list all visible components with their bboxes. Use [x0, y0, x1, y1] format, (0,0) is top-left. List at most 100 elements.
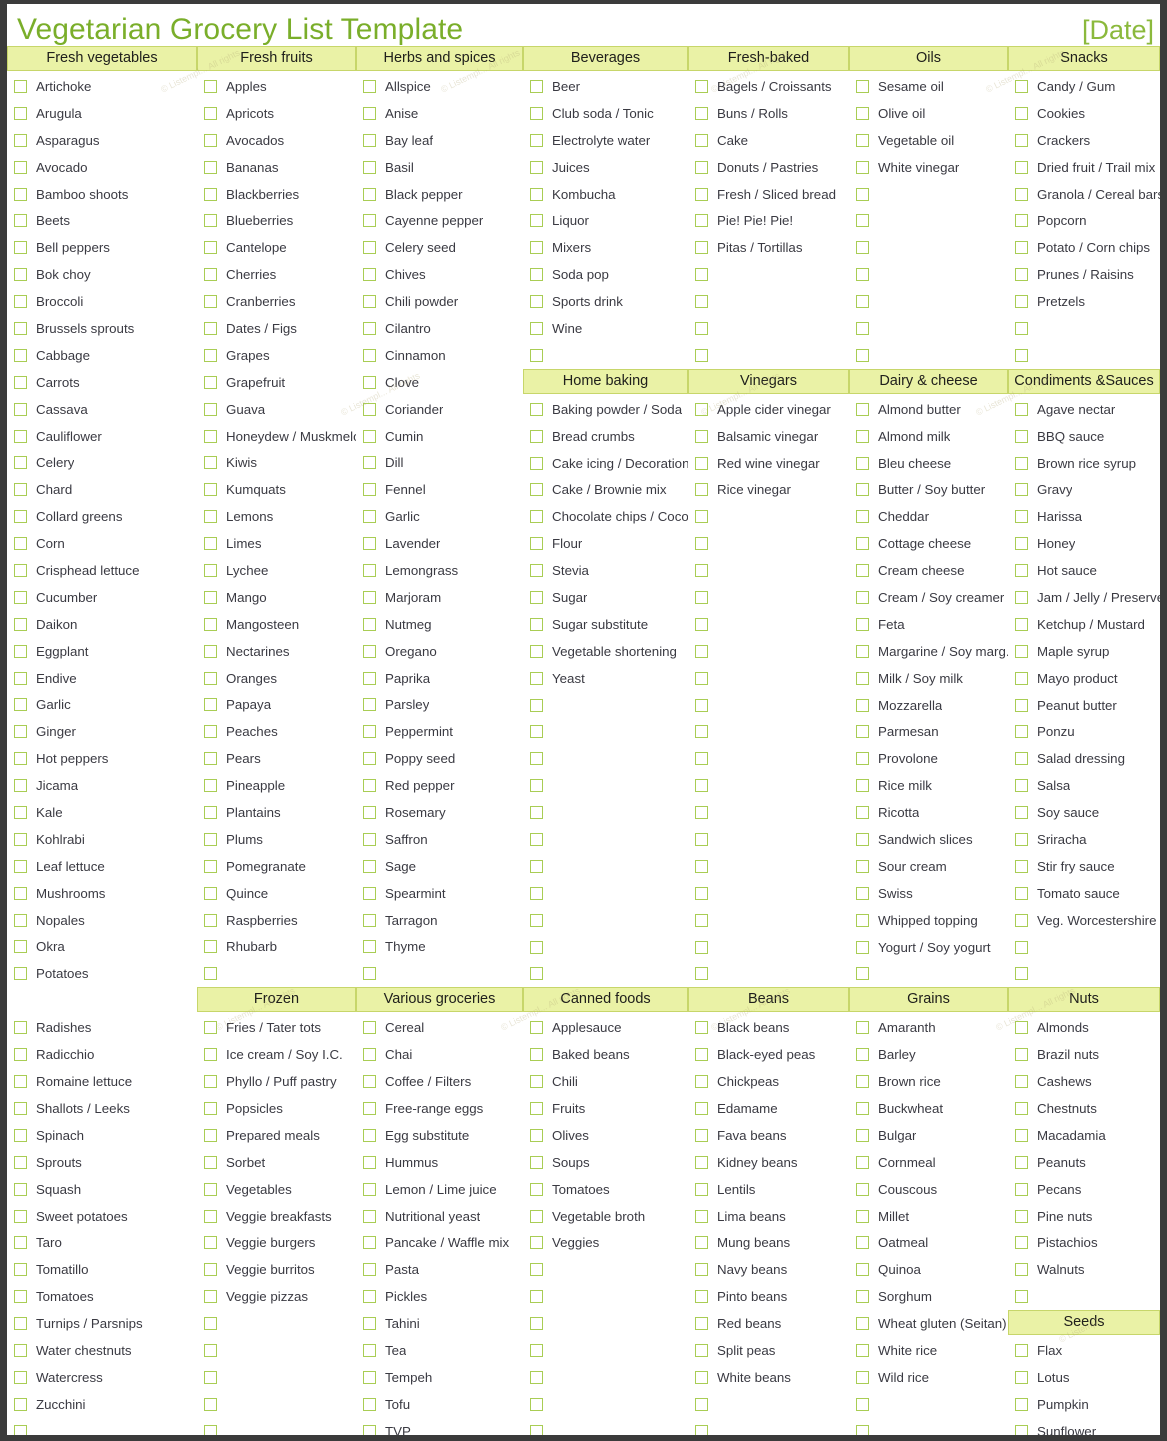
checkbox-icon[interactable] [856, 133, 869, 147]
checkbox-icon[interactable] [1015, 79, 1028, 93]
checklist-row[interactable]: Cilantro [356, 315, 523, 342]
checkbox-icon[interactable] [856, 160, 869, 174]
checkbox-icon[interactable] [856, 1048, 869, 1062]
checkbox-icon[interactable] [695, 1344, 708, 1358]
checkbox-icon[interactable] [856, 429, 869, 443]
checkbox-icon[interactable] [1015, 1209, 1028, 1223]
checklist-row[interactable]: Dried fruit / Trail mix [1008, 154, 1160, 181]
checklist-row[interactable] [523, 745, 688, 772]
checklist-row[interactable]: Amaranth [849, 1014, 1008, 1041]
checkbox-icon[interactable] [204, 1209, 217, 1223]
checklist-row[interactable] [197, 1364, 356, 1391]
checkbox-icon[interactable] [1015, 510, 1028, 524]
checkbox-icon[interactable] [695, 1021, 708, 1035]
checkbox-icon[interactable] [856, 483, 869, 497]
checkbox-icon[interactable] [363, 295, 376, 309]
checkbox-icon[interactable] [530, 1048, 543, 1062]
checkbox-icon[interactable] [695, 1209, 708, 1223]
checkbox-icon[interactable] [856, 214, 869, 228]
checklist-row[interactable] [523, 1418, 688, 1435]
checkbox-icon[interactable] [530, 1236, 543, 1250]
checkbox-icon[interactable] [530, 940, 543, 954]
checklist-row[interactable]: Hot sauce [1008, 557, 1160, 584]
checkbox-icon[interactable] [856, 671, 869, 685]
checklist-row[interactable]: Sriracha [1008, 826, 1160, 853]
checklist-row[interactable]: Spearmint [356, 880, 523, 907]
checklist-row[interactable]: Jam / Jelly / Preserves [1008, 584, 1160, 611]
checklist-row[interactable]: Taro [7, 1230, 197, 1257]
checklist-row[interactable]: Yogurt / Soy yogurt [849, 934, 1008, 961]
checklist-row[interactable]: Veggie burritos [197, 1256, 356, 1283]
checkbox-icon[interactable] [363, 805, 376, 819]
checkbox-icon[interactable] [14, 725, 27, 739]
checkbox-icon[interactable] [204, 563, 217, 577]
checklist-row[interactable] [688, 826, 849, 853]
checklist-row[interactable]: Cashews [1008, 1068, 1160, 1095]
checkbox-icon[interactable] [1015, 644, 1028, 658]
checklist-row[interactable]: Water chestnuts [7, 1337, 197, 1364]
checklist-row[interactable]: White beans [688, 1364, 849, 1391]
checkbox-icon[interactable] [14, 295, 27, 309]
checklist-row[interactable] [688, 907, 849, 934]
checklist-row[interactable]: Tea [356, 1337, 523, 1364]
checkbox-icon[interactable] [530, 859, 543, 873]
checkbox-icon[interactable] [856, 886, 869, 900]
checklist-row[interactable]: Dill [356, 449, 523, 476]
checkbox-icon[interactable] [14, 375, 27, 389]
checklist-row[interactable] [688, 745, 849, 772]
checkbox-icon[interactable] [363, 214, 376, 228]
checkbox-icon[interactable] [14, 967, 27, 981]
checklist-row[interactable]: Bay leaf [356, 127, 523, 154]
checkbox-icon[interactable] [363, 1048, 376, 1062]
checklist-row[interactable]: Pumpkin [1008, 1391, 1160, 1418]
checklist-row[interactable]: Tomatoes [523, 1176, 688, 1203]
checklist-row[interactable]: Coriander [356, 396, 523, 423]
checkbox-icon[interactable] [363, 375, 376, 389]
checkbox-icon[interactable] [856, 106, 869, 120]
checkbox-icon[interactable] [204, 1102, 217, 1115]
checklist-row[interactable]: Pinto beans [688, 1283, 849, 1310]
checkbox-icon[interactable] [856, 1021, 869, 1035]
checkbox-icon[interactable] [530, 832, 543, 846]
checklist-row[interactable]: Papaya [197, 691, 356, 718]
checklist-row[interactable]: Limes [197, 530, 356, 557]
checkbox-icon[interactable] [14, 1182, 27, 1196]
checkbox-icon[interactable] [14, 429, 27, 443]
checklist-row[interactable]: Vegetable shortening [523, 638, 688, 665]
checklist-row[interactable]: Vegetables [197, 1176, 356, 1203]
checkbox-icon[interactable] [363, 563, 376, 577]
checkbox-icon[interactable] [695, 617, 708, 631]
checklist-row[interactable] [688, 799, 849, 826]
checkbox-icon[interactable] [856, 832, 869, 846]
checklist-row[interactable]: Ice cream / Soy I.C. [197, 1041, 356, 1068]
checkbox-icon[interactable] [363, 429, 376, 443]
checkbox-icon[interactable] [204, 268, 217, 282]
checklist-row[interactable]: Yeast [523, 665, 688, 692]
checklist-row[interactable]: Kumquats [197, 476, 356, 503]
checklist-row[interactable]: Beets [7, 207, 197, 234]
checkbox-icon[interactable] [695, 1263, 708, 1277]
checklist-row[interactable]: Phyllo / Puff pastry [197, 1068, 356, 1095]
checkbox-icon[interactable] [530, 456, 543, 470]
date-placeholder[interactable]: [Date] [1082, 15, 1154, 46]
checklist-row[interactable]: Squash [7, 1176, 197, 1203]
checkbox-icon[interactable] [530, 214, 543, 228]
checklist-row[interactable] [688, 1391, 849, 1418]
checklist-row[interactable] [1008, 315, 1160, 342]
checkbox-icon[interactable] [856, 537, 869, 551]
checkbox-icon[interactable] [530, 564, 543, 578]
checklist-row[interactable]: Pistachios [1008, 1230, 1160, 1257]
checklist-row[interactable]: Cauliflower [7, 423, 197, 450]
checklist-row[interactable]: Turnips / Parsnips [7, 1310, 197, 1337]
checkbox-icon[interactable] [204, 859, 217, 873]
checklist-row[interactable]: Cabbage [7, 342, 197, 369]
checklist-row[interactable]: Buckwheat [849, 1095, 1008, 1122]
checklist-row[interactable]: Agave nectar [1008, 396, 1160, 423]
checklist-row[interactable]: Nectarines [197, 638, 356, 665]
checkbox-icon[interactable] [14, 913, 27, 927]
checklist-row[interactable]: Quinoa [849, 1256, 1008, 1283]
checkbox-icon[interactable] [695, 725, 708, 739]
checklist-row[interactable] [688, 718, 849, 745]
checklist-row[interactable]: Ricotta [849, 799, 1008, 826]
checkbox-icon[interactable] [856, 1290, 869, 1304]
